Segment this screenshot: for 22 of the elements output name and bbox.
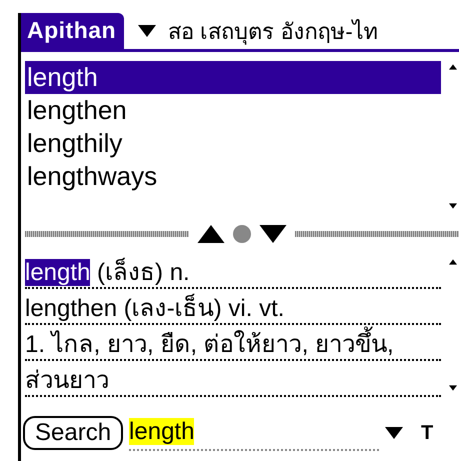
word-list-item[interactable]: lengthways [25,160,441,193]
word-list-item[interactable]: length [25,61,441,94]
dictionary-dropdown[interactable]: สอ เสถบุตร อังกฤษ-ไท [124,13,459,49]
word-list-item[interactable]: lengthen [25,94,441,127]
scroll-down-icon[interactable] [449,385,457,391]
definition-line: 1. ไกล, ยาว, ยืด, ต่อให้ยาว, ยาวขึ้น, [25,325,441,361]
scroll-down-icon[interactable] [449,203,457,209]
scroll-up-icon[interactable] [449,64,457,70]
pane-up-icon[interactable] [197,225,225,243]
scroll-up-icon[interactable] [449,259,457,265]
pane-handle-icon[interactable] [233,225,251,243]
word-list-item[interactable]: lengthily [25,127,441,160]
pane-down-icon[interactable] [259,225,287,243]
definition-line: ส่วนยาว [25,361,441,397]
search-field[interactable]: length [129,415,380,451]
language-caret-icon[interactable] [385,427,404,439]
definition-line: length (เล็งธ) n. [25,253,441,289]
app-title[interactable]: Apithan [21,13,124,49]
definition-line: lengthen (เลง-เธ็น) vi. vt. [25,289,441,325]
dropdown-caret-icon [138,25,156,37]
search-button[interactable]: Search [23,416,124,450]
language-label[interactable]: T [421,422,434,444]
